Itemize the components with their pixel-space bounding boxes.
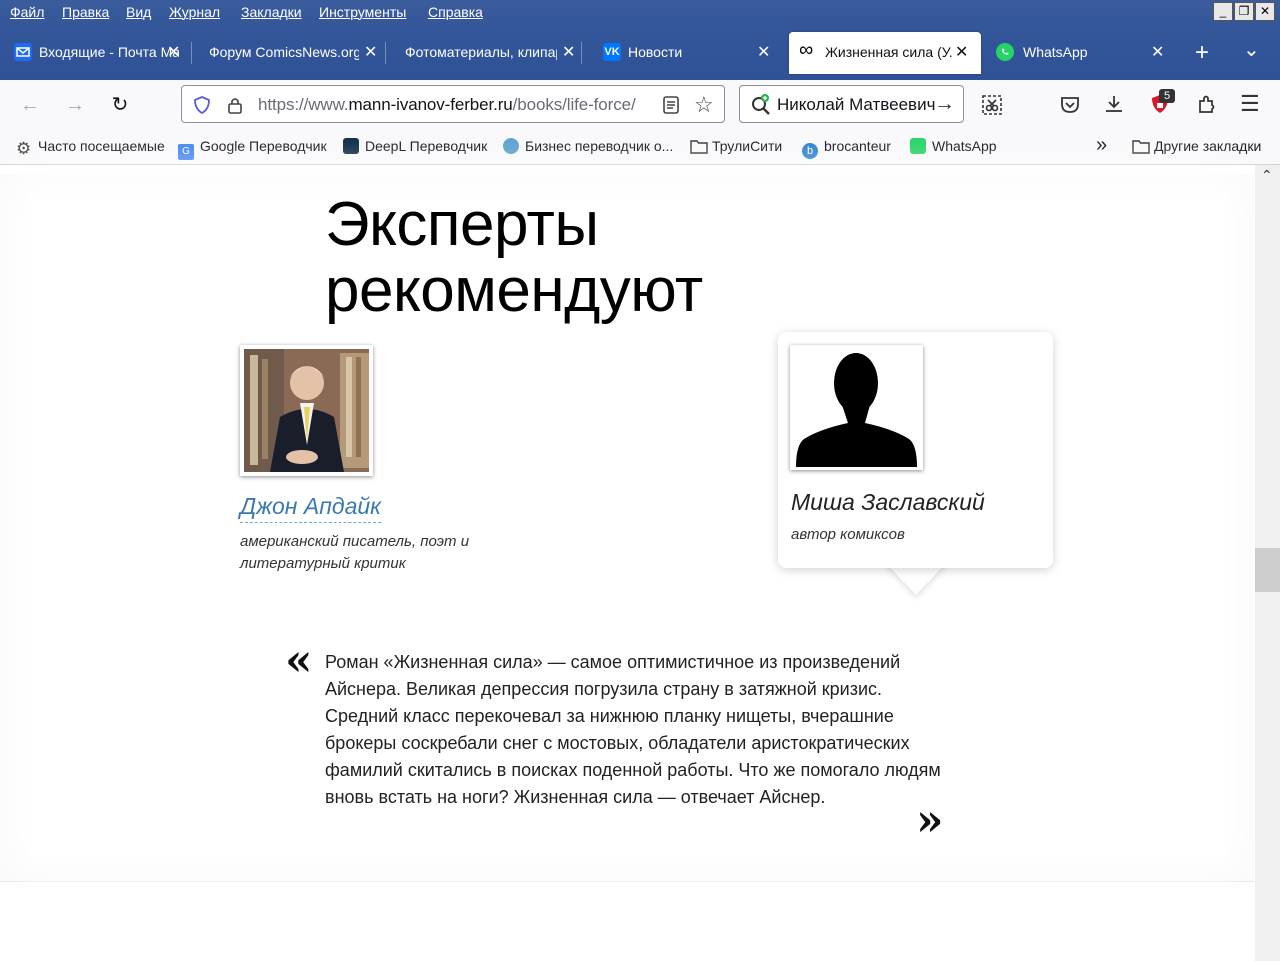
menu-history[interactable]: Журнал <box>169 4 220 20</box>
bookmark-star-icon[interactable]: ☆ <box>694 92 714 118</box>
tab-news[interactable]: VK Новости ✕ <box>590 32 780 74</box>
minimize-button[interactable]: _ <box>1213 2 1233 21</box>
close-tab-icon[interactable]: ✕ <box>562 42 575 62</box>
expert-quote-text: Роман «Жизненная сила» — самое оптимисти… <box>325 652 941 807</box>
close-tab-icon[interactable]: ✕ <box>167 42 180 62</box>
bookmark-brocanteur[interactable]: b brocanteur <box>802 138 891 159</box>
navigation-bar: ← → ↻ https://www.mann-ivanov-ferber.ru/… <box>0 80 1280 130</box>
reader-view-icon[interactable] <box>662 95 680 120</box>
arrow-right-icon: → <box>934 92 955 115</box>
close-tab-icon[interactable]: ✕ <box>757 42 770 62</box>
bookmark-most-visited[interactable]: ⚙ Часто посещаемые <box>16 138 165 157</box>
tab-separator <box>581 42 582 64</box>
expert-name-zaslavsky[interactable]: Миша Заславский <box>791 489 985 516</box>
extensions-icon[interactable] <box>1195 93 1217 120</box>
deepl-icon <box>343 138 359 154</box>
tab-forum[interactable]: Форум ComicsNews.org ✕ <box>196 32 386 74</box>
close-tab-icon[interactable]: ✕ <box>955 42 968 62</box>
hamburger-menu-icon[interactable]: ☰ <box>1240 91 1260 117</box>
expert-name-updike[interactable]: Джон Апдайк <box>240 493 382 523</box>
tab-label: Форум ComicsNews.org <box>209 44 359 60</box>
menu-help[interactable]: Справка <box>428 4 483 20</box>
tab-photos[interactable]: Фотоматериалы, клипарт ✕ <box>392 32 582 74</box>
quote-open-mark: « <box>285 635 313 686</box>
tab-separator <box>191 42 192 64</box>
restore-button[interactable]: ❐ <box>1234 2 1254 21</box>
folder-icon <box>690 138 708 154</box>
url-text[interactable]: https://www.mann-ivanov-ferber.ru/books/… <box>258 95 636 115</box>
shield-icon[interactable] <box>192 95 212 120</box>
google-translate-icon: G <box>178 144 194 160</box>
extension-label: Николай Матвеевич <box>777 95 936 114</box>
tab-life-force[interactable]: ∞ Жизненная сила (У. Айснер) ✕ <box>789 32 981 74</box>
new-tab-button[interactable]: + <box>1195 39 1209 67</box>
scrollbar-thumb[interactable] <box>1255 548 1280 592</box>
lock-icon[interactable] <box>226 95 244 120</box>
extension-badge: 5 <box>1159 89 1175 103</box>
bookmark-deepl[interactable]: DeepL Переводчик <box>343 138 487 154</box>
gear-icon: ⚙ <box>16 139 32 158</box>
back-button[interactable]: ← <box>18 93 42 117</box>
whatsapp-icon <box>996 43 1014 61</box>
pocket-icon[interactable] <box>1059 94 1081 121</box>
tab-whatsapp[interactable]: WhatsApp ✕ <box>984 32 1174 74</box>
bookmark-google-translate[interactable]: G Google Переводчик <box>178 138 327 160</box>
extension-account-button[interactable]: Николай Матвеевич → <box>739 85 964 123</box>
tab-label: Входящие - Почта Mail.ru <box>39 44 179 60</box>
bookmarks-bar: ⚙ Часто посещаемые G Google Переводчик Dee… <box>0 130 1280 165</box>
whatsapp-icon <box>910 138 926 154</box>
quote-close-mark: » <box>916 795 944 846</box>
expert-photo-zaslavsky[interactable] <box>790 345 923 470</box>
close-tab-icon[interactable]: ✕ <box>364 42 377 62</box>
menu-bar: Файл Правка Вид Журнал Закладки Инструме… <box>0 0 1280 25</box>
search-plus-icon <box>750 94 772 121</box>
menu-file[interactable]: Файл <box>10 4 44 20</box>
expert-photo-updike[interactable] <box>240 345 373 476</box>
bookmark-whatsapp[interactable]: WhatsApp <box>910 138 997 154</box>
bookmarks-overflow-button[interactable]: » <box>1096 134 1107 157</box>
folder-icon <box>1132 138 1150 154</box>
menu-view[interactable]: Вид <box>126 4 151 20</box>
tab-label: Жизненная сила (У. Айснер) <box>825 44 953 60</box>
expert-description-zaslavsky: автор комиксов <box>791 526 905 543</box>
tab-label: WhatsApp <box>1023 44 1088 60</box>
brocanteur-icon: b <box>802 143 818 159</box>
section-heading: Эксперты рекомендуют <box>325 190 703 325</box>
tab-separator <box>385 42 386 64</box>
tab-mail[interactable]: Входящие - Почта Mail.ru ✕ <box>2 32 192 74</box>
bookmark-business-translator[interactable]: Бизнес переводчик о... <box>503 138 673 154</box>
reload-button[interactable]: ↻ <box>108 93 132 117</box>
menu-tools[interactable]: Инструменты <box>319 4 406 20</box>
infinity-icon: ∞ <box>799 39 814 61</box>
expert-description-updike: американский писатель, поэт и литературн… <box>240 533 470 572</box>
tab-label: Новости <box>628 44 683 60</box>
list-all-tabs-button[interactable]: ⌄ <box>1243 37 1260 62</box>
page-content: Эксперты рекомендуют Джон Апдайк американ… <box>0 165 1255 961</box>
menu-edit[interactable]: Правка <box>62 4 109 20</box>
tab-strip: Входящие - Почта Mail.ru ✕ Форум ComicsN… <box>0 25 1280 80</box>
other-bookmarks-folder[interactable]: Другие закладки <box>1132 138 1261 154</box>
downloads-icon[interactable] <box>1103 93 1125 120</box>
tab-label: Фотоматериалы, клипарт <box>405 44 557 60</box>
screenshot-icon[interactable] <box>980 93 1004 122</box>
menu-bookmarks[interactable]: Закладки <box>241 4 302 20</box>
business-icon <box>503 138 519 154</box>
scroll-up-arrow-icon[interactable]: ⌃ <box>1261 167 1273 184</box>
mail-icon <box>14 43 32 61</box>
bookmark-folder-trulicity[interactable]: ТрулиСити <box>690 138 782 154</box>
vk-icon: VK <box>603 43 621 61</box>
url-bar[interactable]: https://www.mann-ivanov-ferber.ru/books/… <box>181 85 725 123</box>
close-tab-icon[interactable]: ✕ <box>1151 42 1164 62</box>
close-window-button[interactable]: ✕ <box>1255 2 1275 21</box>
forward-button[interactable]: → <box>63 93 87 117</box>
